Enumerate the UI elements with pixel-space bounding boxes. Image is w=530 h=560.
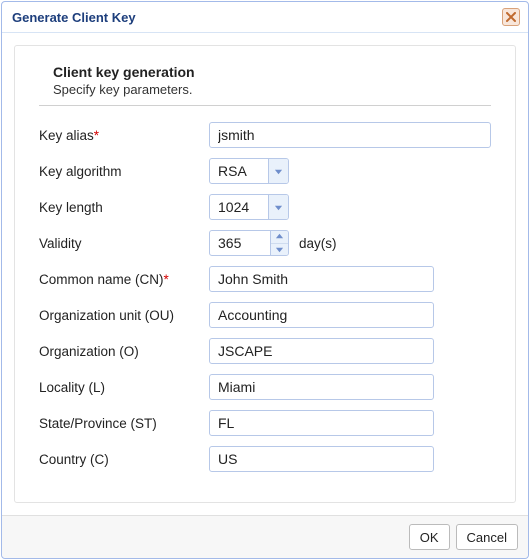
- state-input[interactable]: [209, 410, 434, 436]
- section-title: Client key generation: [53, 64, 491, 80]
- key-length-select[interactable]: 1024: [209, 194, 289, 220]
- label-country: Country (C): [39, 452, 209, 467]
- label-common-name: Common name (CN)*: [39, 272, 209, 287]
- chevron-down-icon: [275, 245, 284, 254]
- validity-suffix: day(s): [299, 236, 337, 251]
- label-organization: Organization (O): [39, 344, 209, 359]
- dialog-body: Client key generation Specify key parame…: [2, 33, 528, 515]
- dialog-titlebar: Generate Client Key: [2, 2, 528, 33]
- locality-input[interactable]: [209, 374, 434, 400]
- label-common-name-text: Common name (CN): [39, 272, 164, 287]
- close-icon: [506, 12, 516, 22]
- chevron-down-icon: [274, 167, 283, 176]
- chevron-up-icon: [275, 232, 284, 241]
- country-input[interactable]: [209, 446, 434, 472]
- common-name-input[interactable]: [209, 266, 434, 292]
- org-unit-input[interactable]: [209, 302, 434, 328]
- required-mark: *: [94, 128, 99, 143]
- key-alias-input[interactable]: [209, 122, 491, 148]
- label-key-alias-text: Key alias: [39, 128, 94, 143]
- dialog-title: Generate Client Key: [12, 10, 136, 25]
- label-state: State/Province (ST): [39, 416, 209, 431]
- key-algorithm-select[interactable]: RSA: [209, 158, 289, 184]
- label-validity: Validity: [39, 236, 209, 251]
- cancel-button[interactable]: Cancel: [456, 524, 518, 550]
- dialog-footer: OK Cancel: [2, 515, 528, 558]
- section-subtitle: Specify key parameters.: [53, 82, 491, 97]
- key-algorithm-value: RSA: [210, 159, 268, 183]
- organization-input[interactable]: [209, 338, 434, 364]
- section-header: Client key generation Specify key parame…: [39, 64, 491, 106]
- close-button[interactable]: [502, 8, 520, 26]
- validity-spinner[interactable]: 365: [209, 230, 289, 256]
- key-length-value: 1024: [210, 195, 268, 219]
- required-mark: *: [164, 272, 169, 287]
- generate-client-key-dialog: Generate Client Key Client key generatio…: [1, 1, 529, 559]
- validity-up-button[interactable]: [271, 231, 288, 244]
- key-algorithm-trigger[interactable]: [268, 159, 288, 183]
- key-length-trigger[interactable]: [268, 195, 288, 219]
- validity-value: 365: [210, 231, 270, 255]
- form-panel: Client key generation Specify key parame…: [14, 45, 516, 503]
- label-org-unit: Organization unit (OU): [39, 308, 209, 323]
- label-locality: Locality (L): [39, 380, 209, 395]
- label-key-algorithm: Key algorithm: [39, 164, 209, 179]
- chevron-down-icon: [274, 203, 283, 212]
- label-key-length: Key length: [39, 200, 209, 215]
- label-key-alias: Key alias*: [39, 128, 209, 143]
- validity-down-button[interactable]: [271, 244, 288, 256]
- ok-button[interactable]: OK: [409, 524, 450, 550]
